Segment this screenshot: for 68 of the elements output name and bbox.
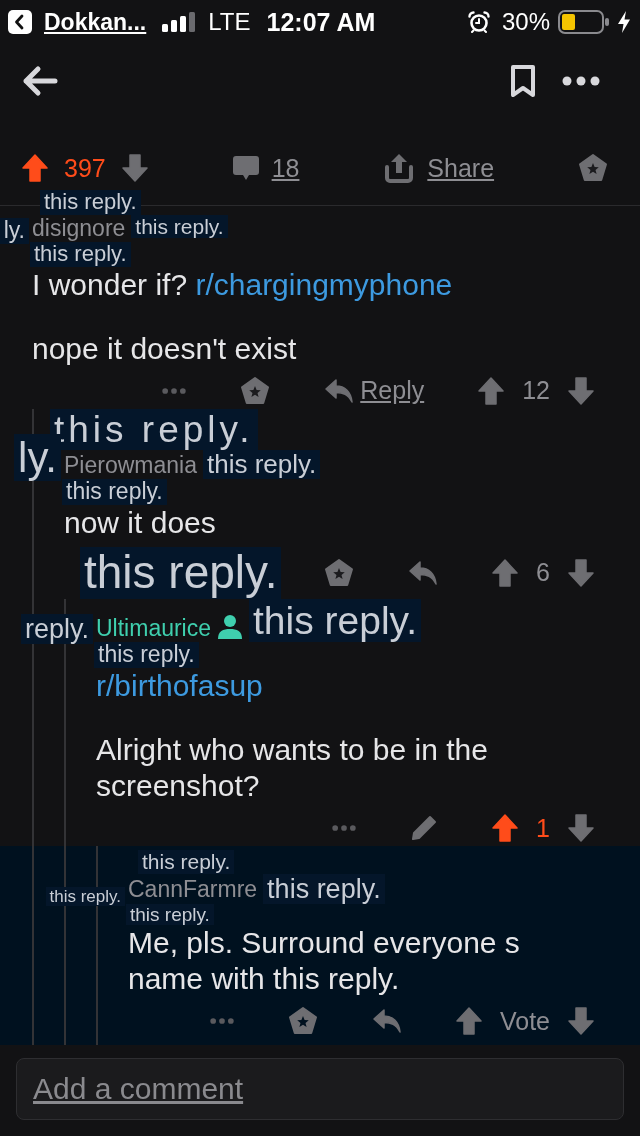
back-to-app-link[interactable]: Dokkan...: [44, 8, 147, 36]
downvote-icon[interactable]: [568, 814, 594, 843]
reply-sticker: this reply.: [202, 450, 321, 480]
downvote-icon[interactable]: [568, 1007, 594, 1036]
pencil-icon[interactable]: [410, 814, 439, 843]
reply-sticker: this reply.: [80, 547, 282, 599]
comment-input[interactable]: Add a comment: [16, 1058, 624, 1120]
comment-text: nope it doesn't exist: [32, 330, 297, 367]
reply-sticker: this reply.: [138, 850, 235, 874]
upvote-icon[interactable]: [492, 558, 519, 587]
signal-icon: [162, 12, 197, 32]
reply-sticker: reply.: [20, 614, 93, 645]
comment-text: I wonder if? r/chargingmyphone: [32, 266, 453, 303]
username[interactable]: Pierowmania: [64, 451, 197, 480]
score-count: 397: [64, 153, 106, 183]
reply-icon: [324, 377, 355, 404]
reply-sticker: ly.: [14, 434, 61, 482]
subreddit-link[interactable]: r/chargingmyphone: [195, 267, 453, 301]
reply-sticker: this reply.: [94, 642, 199, 669]
reply-icon[interactable]: [408, 559, 439, 586]
back-chevron-icon[interactable]: [8, 10, 32, 34]
bookmark-icon[interactable]: [510, 64, 536, 98]
upvote-icon[interactable]: [455, 1007, 482, 1036]
reply-sticker: this reply.: [45, 886, 125, 906]
award-icon[interactable]: [240, 375, 271, 406]
upvote-icon[interactable]: [478, 376, 505, 405]
comments-link[interactable]: 18: [231, 150, 300, 186]
comment-text: Alright who wants to be in the screenshot?: [96, 732, 489, 805]
reply-sticker: this reply.: [62, 479, 167, 506]
score-count: 12: [522, 376, 550, 406]
reply-sticker: ly.: [0, 218, 29, 245]
reply-icon[interactable]: [371, 1008, 402, 1035]
status-time: 12:07 AM: [266, 7, 376, 37]
share-icon: [383, 152, 416, 184]
downvote-icon[interactable]: [568, 376, 594, 405]
downvote-icon[interactable]: [121, 154, 148, 182]
network-label: LTE: [208, 8, 251, 36]
score-count: 6: [536, 558, 550, 588]
comment-text: Me, pls. Surround everyone s name with this reply.: [128, 925, 521, 998]
reply-sticker: this reply.: [263, 873, 385, 904]
battery-percent: 30%: [501, 8, 550, 36]
score-count: 1: [536, 813, 550, 843]
share-link[interactable]: Share: [383, 150, 495, 186]
reply-sticker: this reply.: [126, 903, 214, 926]
award-icon[interactable]: [577, 153, 608, 183]
username[interactable]: disignore: [32, 214, 126, 243]
comment-text: now it does: [64, 505, 216, 542]
award-icon[interactable]: [324, 557, 355, 588]
upvote-icon[interactable]: [492, 814, 519, 843]
alarm-clock-icon: [467, 11, 490, 33]
more-icon[interactable]: [562, 76, 600, 86]
reply-link[interactable]: Reply: [324, 376, 425, 406]
subreddit-link[interactable]: r/birthofasup: [96, 669, 263, 703]
upvote-icon[interactable]: [22, 154, 48, 182]
username[interactable]: Ultimaurice: [96, 614, 212, 643]
battery-icon: [558, 10, 610, 34]
award-icon[interactable]: [287, 1006, 318, 1037]
score-count: Vote: [499, 1006, 550, 1036]
comment-bubble-icon: [231, 155, 260, 181]
reply-sticker: this reply.: [30, 242, 131, 267]
downvote-icon[interactable]: [568, 558, 594, 587]
reply-sticker: this reply.: [131, 214, 228, 239]
lightning-bolt-icon: [618, 11, 630, 33]
reply-sticker: this reply.: [249, 598, 422, 643]
reply-sticker: this reply.: [40, 190, 141, 215]
username[interactable]: CannFarmre: [128, 876, 258, 904]
back-arrow-icon[interactable]: [22, 65, 58, 97]
person-icon: [217, 614, 244, 641]
